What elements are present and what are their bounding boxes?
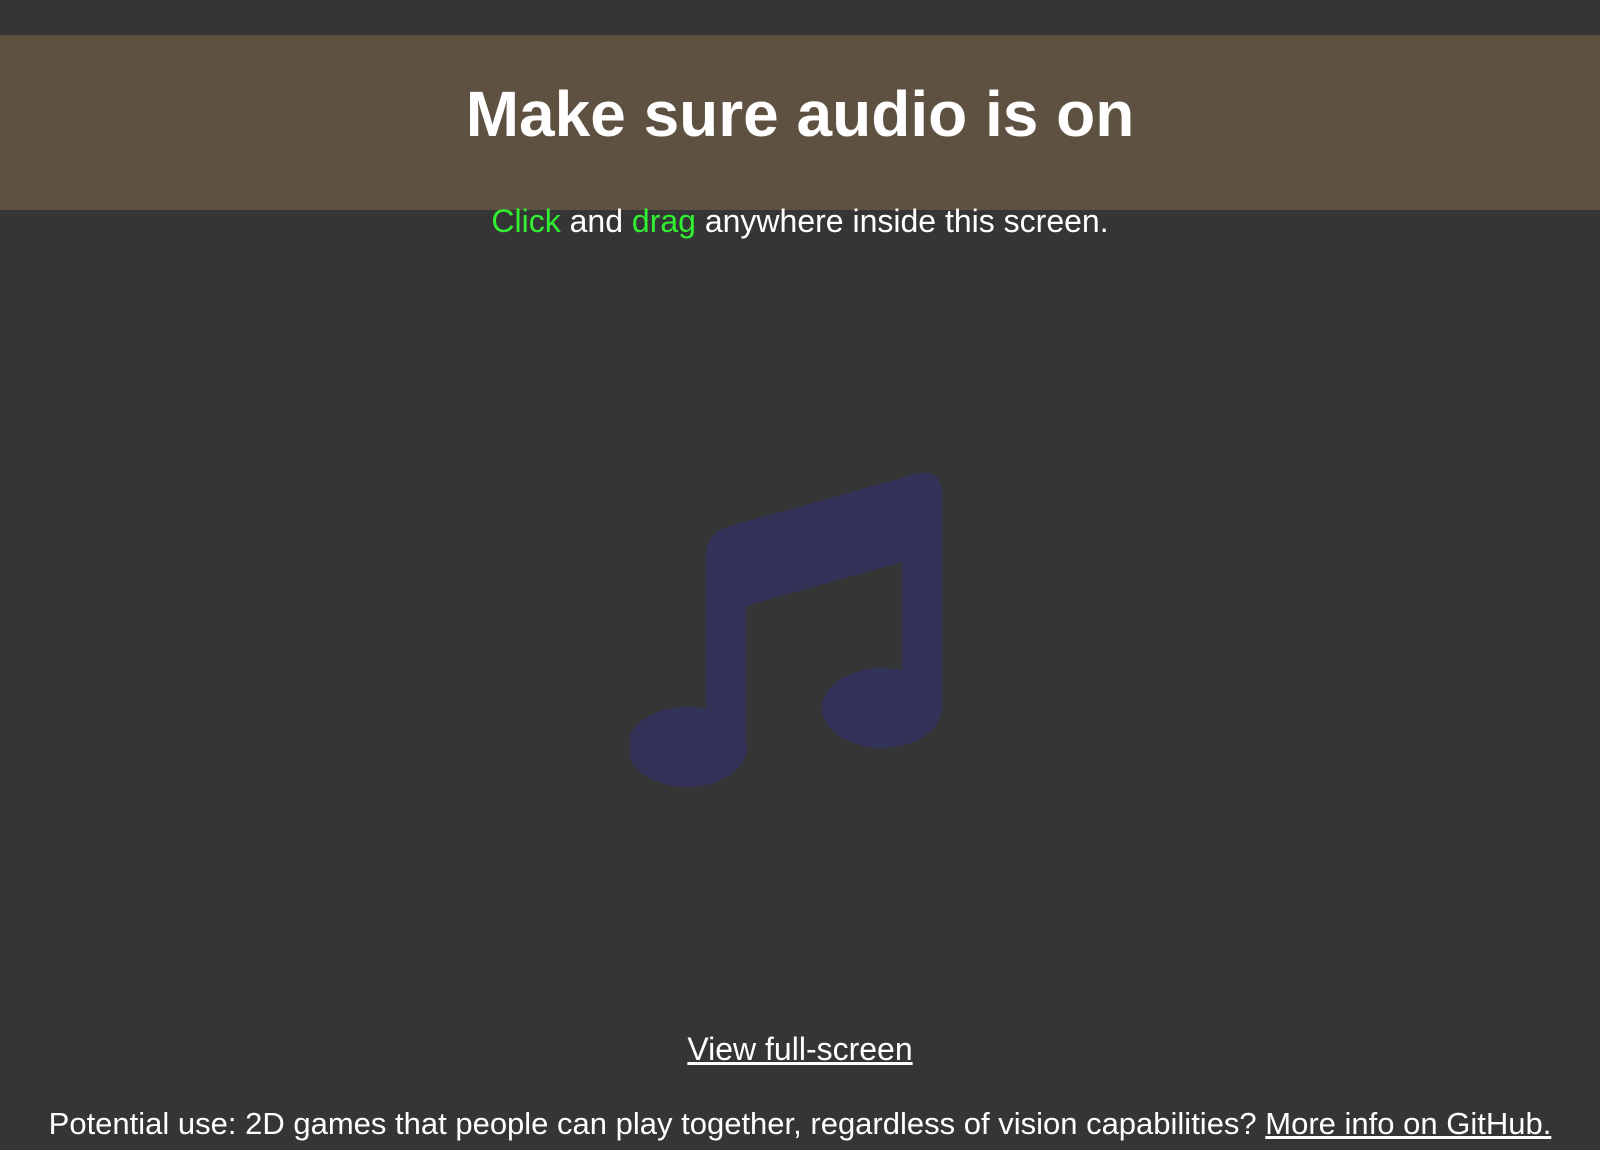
page-title: Make sure audio is on bbox=[465, 78, 1135, 150]
view-fullscreen-link[interactable]: View full-screen bbox=[687, 1031, 912, 1067]
footer: Potential use: 2D games that people can … bbox=[0, 1104, 1600, 1144]
instruction-banner: Make sure audio is on Click and drag any… bbox=[0, 35, 1600, 239]
page: Make sure audio is on Click and drag any… bbox=[0, 0, 1600, 1150]
music-note-icon bbox=[630, 472, 942, 787]
fullscreen-link-container: View full-screen bbox=[0, 1028, 1600, 1070]
footer-text: Potential use: 2D games that people can … bbox=[48, 1106, 1266, 1141]
github-link[interactable]: More info on GitHub. bbox=[1265, 1106, 1551, 1141]
